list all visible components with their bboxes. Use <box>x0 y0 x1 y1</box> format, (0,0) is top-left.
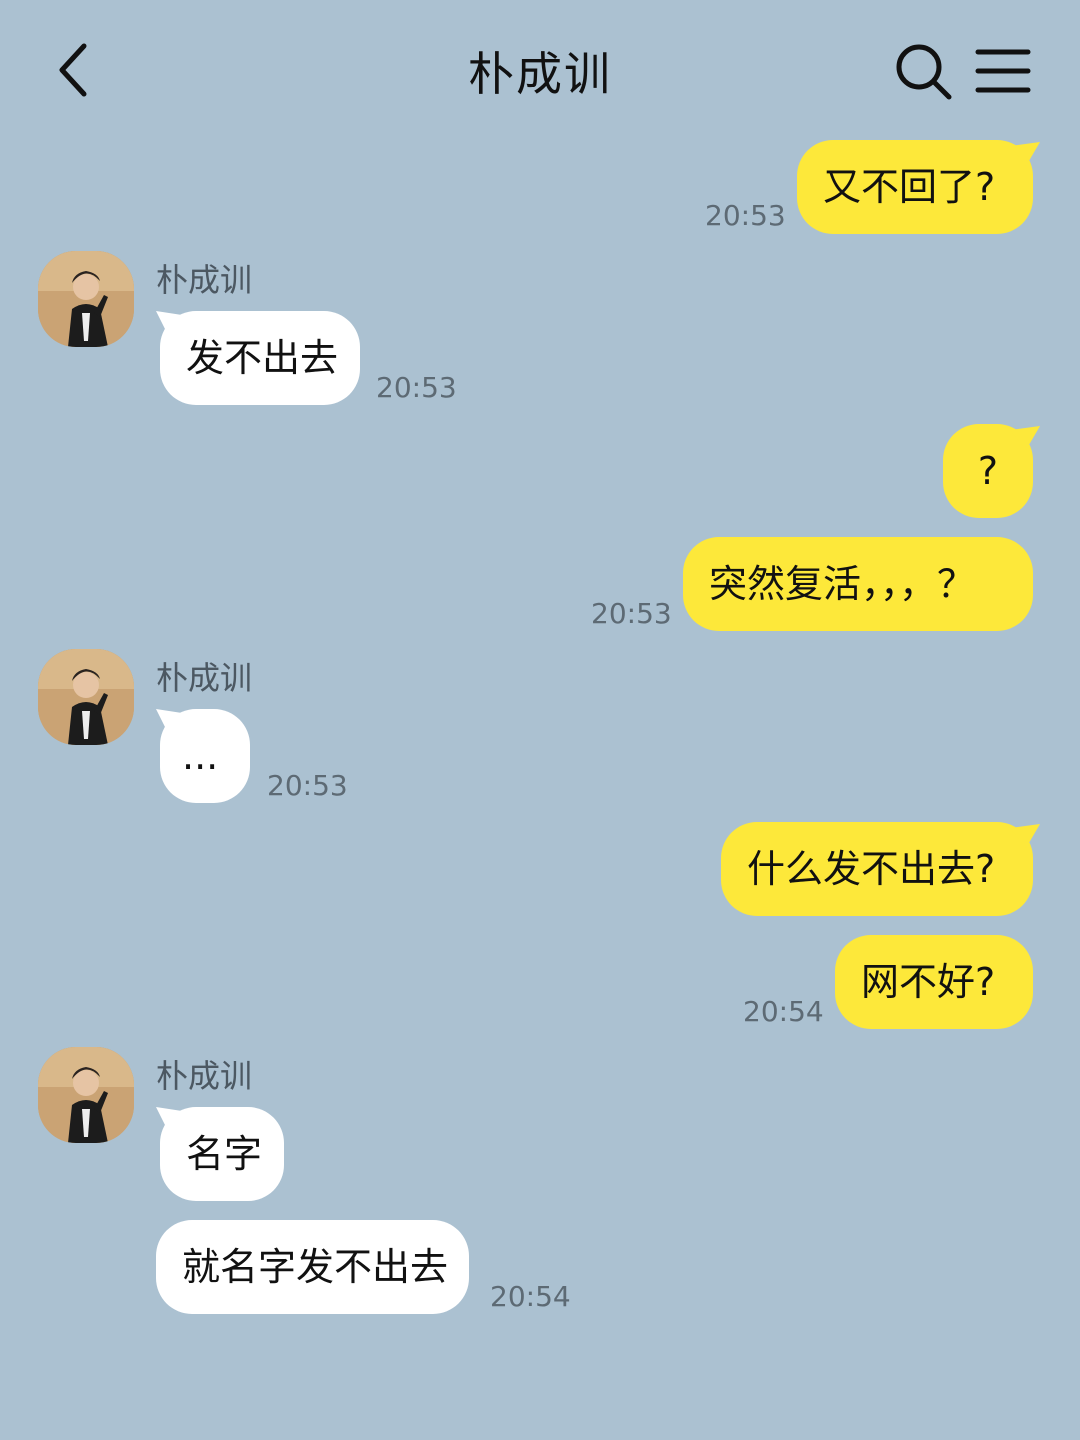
message-timestamp: 20:53 <box>376 371 457 404</box>
contact-avatar[interactable] <box>38 251 134 347</box>
chat-header: 朴成训 <box>0 0 1080 140</box>
sender-name: 朴成训 <box>156 261 253 299</box>
their-message-bubble[interactable]: 就名字发不出去 <box>156 1220 469 1314</box>
sender-name: 朴成训 <box>156 659 253 697</box>
contact-avatar[interactable] <box>38 1047 134 1143</box>
message-timestamp: 20:54 <box>490 1280 571 1313</box>
my-message-bubble[interactable]: 又不回了? <box>797 140 1033 234</box>
their-message-bubble[interactable]: 发不出去 <box>160 311 360 405</box>
message-timestamp: 20:53 <box>705 199 786 232</box>
my-message-bubble[interactable]: 突然复活，，，？ <box>683 537 1033 631</box>
message-timestamp: 20:53 <box>591 597 672 630</box>
sender-name: 朴成训 <box>156 1057 253 1095</box>
message-timestamp: 20:54 <box>743 995 824 1028</box>
bubble-tail <box>1010 824 1040 848</box>
message-timestamp: 20:53 <box>267 769 348 802</box>
bubble-tail <box>1010 426 1040 450</box>
menu-button[interactable] <box>974 44 1032 98</box>
bubble-tail <box>156 1107 182 1131</box>
search-button[interactable] <box>892 40 954 102</box>
bubble-tail <box>1010 142 1040 166</box>
hamburger-menu-icon <box>975 49 1031 93</box>
my-message-bubble[interactable]: 网不好? <box>835 935 1033 1029</box>
contact-avatar[interactable] <box>38 649 134 745</box>
bubble-tail <box>156 709 182 733</box>
avatar-photo <box>38 649 134 745</box>
my-message-bubble[interactable]: 什么发不出去? <box>721 822 1033 916</box>
avatar-photo <box>38 251 134 347</box>
avatar-photo <box>38 1047 134 1143</box>
bubble-tail <box>156 311 182 335</box>
search-icon <box>896 44 952 100</box>
